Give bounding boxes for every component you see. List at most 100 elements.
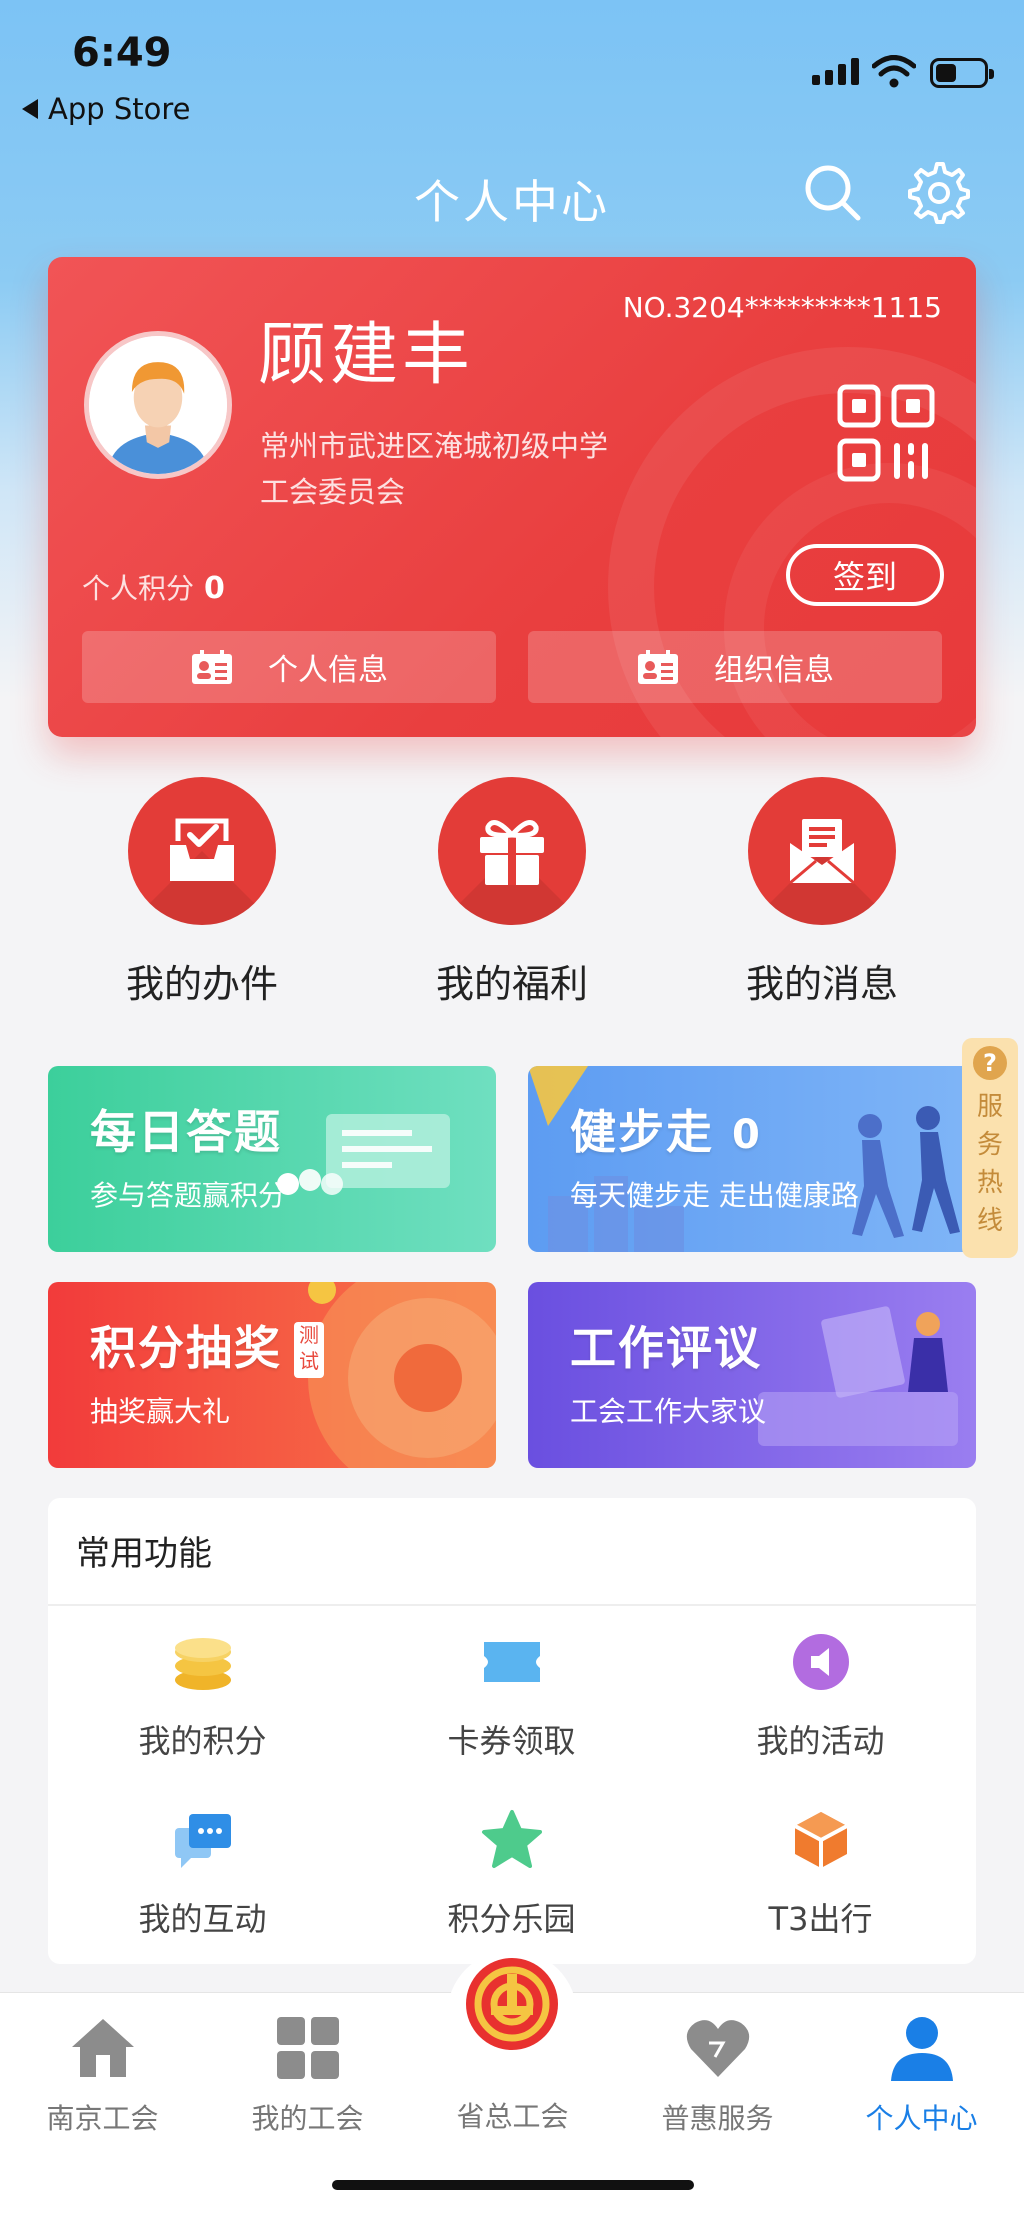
signal-icon <box>812 58 859 85</box>
quick-icon-bg <box>748 777 896 925</box>
hotline-char: 热 <box>976 1168 1003 1198</box>
tab-provincial-union[interactable]: 省总工会 <box>410 2085 615 2135</box>
step-count: 0 <box>732 1112 762 1158</box>
service-hotline-tab[interactable]: ? 服 务 热 线 <box>962 1038 1018 1258</box>
banner-lottery[interactable]: 积分抽奖 测试 抽奖赢大礼 <box>48 1282 496 1468</box>
feature-my-interactions[interactable]: 我的互动 <box>48 1808 357 1940</box>
status-bar: 6:49 App Store <box>0 0 1024 150</box>
banner-title: 积分抽奖 <box>90 1321 282 1375</box>
divider <box>48 1604 976 1606</box>
person-icon <box>890 2017 953 2081</box>
banner-subtitle: 工会工作大家议 <box>570 1395 767 1428</box>
feature-label: 卡券领取 <box>447 1722 576 1760</box>
quick-label: 我的办件 <box>125 962 278 1006</box>
qr-code-icon[interactable] <box>834 381 940 487</box>
points-label: 个人积分 <box>82 572 195 605</box>
feature-t3-travel[interactable]: T3出行 <box>666 1808 975 1940</box>
member-organization: 常州市武进区淹城初级中学 工会委员会 <box>260 423 660 515</box>
id-card-icon <box>638 650 678 684</box>
quick-my-messages[interactable]: 我的消息 <box>667 777 977 1008</box>
banner-title: 每日答题 <box>90 1105 282 1159</box>
gift-icon <box>480 820 544 885</box>
star-icon <box>481 1810 542 1868</box>
feature-label: 我的互动 <box>138 1900 267 1938</box>
member-card: 顾建丰 NO.3204*********1115 常州市武进区淹城初级中学 工会… <box>48 257 976 737</box>
feature-points-park[interactable]: 积分乐园 <box>357 1808 666 1940</box>
banner-walking[interactable]: 健步走 0 每天健步走 走出健康路 <box>528 1066 976 1252</box>
hotline-char: 线 <box>976 1206 1003 1236</box>
tab-label: 个人中心 <box>865 2102 978 2135</box>
banner-work-review[interactable]: 工作评议 工会工作大家议 <box>528 1282 976 1468</box>
id-card-icon <box>192 650 232 684</box>
org-line-1: 常州市武进区淹城初级中学 <box>260 429 609 463</box>
features-title: 常用功能 <box>76 1534 212 1574</box>
feature-my-activities[interactable]: 我的活动 <box>666 1630 975 1762</box>
feature-label: 我的积分 <box>138 1722 267 1760</box>
banner-subtitle: 抽奖赢大礼 <box>90 1395 231 1428</box>
mail-icon <box>789 819 855 885</box>
checkin-button[interactable]: 签到 <box>786 544 944 606</box>
ticket-icon <box>483 1642 540 1682</box>
common-features-panel: 常用功能 我的积分 卡券领取 我的活动 我的互动 积分乐园 T3出行 <box>48 1498 976 1964</box>
help-icon: ? <box>973 1046 1007 1080</box>
quick-label: 我的福利 <box>435 962 588 1006</box>
feature-label: 我的活动 <box>756 1722 885 1760</box>
hotline-char: 务 <box>976 1130 1003 1160</box>
personal-info-button[interactable]: 个人信息 <box>82 631 496 703</box>
quick-label: 我的消息 <box>745 962 898 1006</box>
hotline-char: 服 <box>976 1092 1003 1122</box>
battery-icon <box>930 58 994 88</box>
quick-my-benefits[interactable]: 我的福利 <box>357 777 667 1008</box>
tab-label: 普惠服务 <box>661 2102 774 2135</box>
quick-icon-bg <box>128 777 276 925</box>
gear-icon[interactable] <box>906 160 972 226</box>
chat-icon <box>174 1814 231 1868</box>
banner-title: 健步走 0 <box>570 1096 762 1162</box>
feature-my-points[interactable]: 我的积分 <box>48 1630 357 1762</box>
back-to-app-store[interactable]: App Store <box>22 92 191 126</box>
tab-nanjing-union[interactable]: 南京工会 <box>0 2013 205 2137</box>
heart-icon <box>686 2020 749 2077</box>
tab-personal-center[interactable]: 个人中心 <box>819 2013 1024 2137</box>
home-indicator <box>332 2180 694 2190</box>
banner-title-text: 健步走 <box>570 1105 714 1159</box>
inbox-check-icon <box>170 818 234 881</box>
avatar-person-icon <box>89 336 227 474</box>
member-name: 顾建丰 <box>258 316 475 395</box>
back-arrow-icon <box>22 99 38 119</box>
test-tag: 测试 <box>294 1322 324 1378</box>
feature-label: T3出行 <box>768 1900 873 1938</box>
union-emblem-button[interactable] <box>447 1950 577 2080</box>
tab-benefit-services[interactable]: 普惠服务 <box>615 2013 820 2137</box>
union-emblem-icon <box>466 1958 558 2050</box>
member-number: NO.3204*********1115 <box>622 291 942 324</box>
tab-my-union[interactable]: 我的工会 <box>205 2013 410 2137</box>
tab-label: 南京工会 <box>46 2102 159 2135</box>
prize-wheel-illustration <box>308 1282 496 1468</box>
personal-info-label: 个人信息 <box>268 653 388 688</box>
banner-subtitle: 每天健步走 走出健康路 <box>570 1179 859 1212</box>
org-info-button[interactable]: 组织信息 <box>528 631 942 703</box>
tab-label: 我的工会 <box>251 2102 364 2135</box>
quick-my-tasks[interactable]: 我的办件 <box>47 777 357 1008</box>
banner-daily-quiz[interactable]: 每日答题 参与答题赢积分 <box>48 1066 496 1252</box>
t3-icon <box>793 1812 848 1868</box>
points-value: 0 <box>204 571 225 606</box>
feature-label: 积分乐园 <box>447 1900 576 1938</box>
coin-stack-icon <box>174 1638 231 1690</box>
grid-icon <box>276 2017 339 2079</box>
quick-icon-bg <box>438 777 586 925</box>
org-info-label: 组织信息 <box>714 653 834 688</box>
search-icon[interactable] <box>800 160 866 226</box>
status-time: 6:49 <box>72 30 172 76</box>
wifi-icon <box>872 55 916 88</box>
back-app-label: App Store <box>48 92 191 126</box>
megaphone-icon <box>792 1634 849 1690</box>
tab-label: 省总工会 <box>456 2100 569 2133</box>
banner-title: 工作评议 <box>570 1321 762 1375</box>
banner-subtitle: 参与答题赢积分 <box>90 1179 287 1212</box>
page-title: 个人中心 <box>414 175 610 229</box>
feature-coupons[interactable]: 卡券领取 <box>357 1630 666 1762</box>
avatar[interactable] <box>84 331 232 479</box>
points-display: 个人积分 0 <box>82 567 225 607</box>
